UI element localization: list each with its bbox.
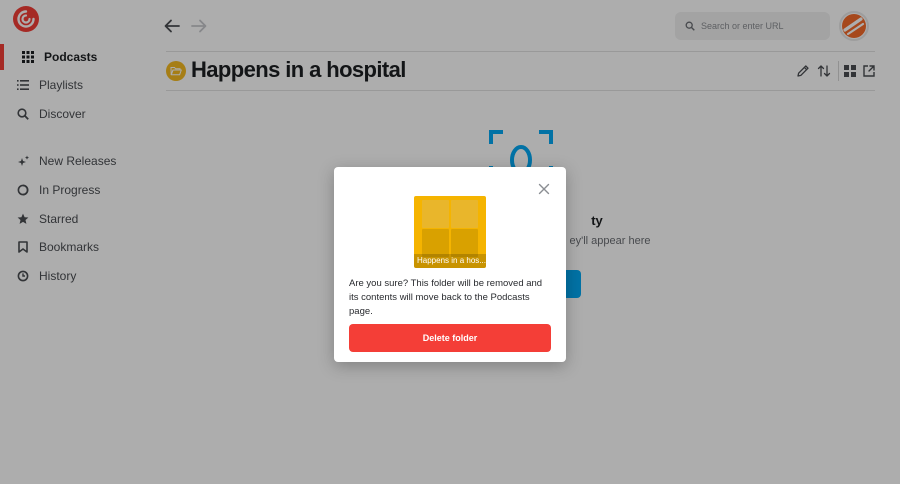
folder-artwork: Happens in a hos... [414,196,486,268]
delete-folder-dialog: Happens in a hos... Are you sure? This f… [334,167,566,362]
folder-artwork-caption: Happens in a hos... [414,254,486,268]
folder-artwork-tile [451,200,478,228]
folder-artwork-tile [451,229,478,257]
folder-artwork-tile [422,229,449,257]
folder-artwork-tile [422,200,449,228]
delete-folder-button[interactable]: Delete folder [349,324,551,352]
confirmation-message: Are you sure? This folder will be remove… [349,278,543,317]
close-icon[interactable] [538,183,550,195]
